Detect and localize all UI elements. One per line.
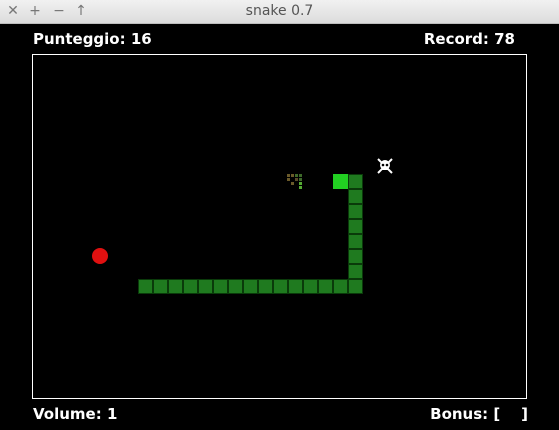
score-label: Punteggio: 16 <box>33 30 152 48</box>
skull-crossbones-icon <box>377 158 393 174</box>
snake-segment <box>348 204 363 219</box>
window-titlebar: ✕ + − ↑ snake 0.7 <box>0 0 559 24</box>
snake-segment <box>273 279 288 294</box>
snake-segment <box>198 279 213 294</box>
record-label: Record: 78 <box>423 30 515 48</box>
snake-segment <box>228 279 243 294</box>
food-apple <box>92 248 108 264</box>
snake-segment <box>348 279 363 294</box>
snake-segment <box>153 279 168 294</box>
snake-segment <box>333 279 348 294</box>
snake-segment <box>348 234 363 249</box>
snake-segment <box>348 264 363 279</box>
snake-segment <box>183 279 198 294</box>
volume-label: Volume: 1 <box>33 405 118 423</box>
snake-segment <box>348 249 363 264</box>
bonus-pickup-icon <box>287 174 302 189</box>
snake-segment <box>348 174 363 189</box>
snake-segment <box>138 279 153 294</box>
snake-segment <box>213 279 228 294</box>
window-title: snake 0.7 <box>245 3 314 19</box>
snake-segment <box>303 279 318 294</box>
game-area[interactable]: Punteggio: 16 Record: 78 Volume: 1 Bonus… <box>0 24 559 430</box>
snake-segment <box>348 189 363 204</box>
snake-head <box>333 174 348 189</box>
snake-segment <box>288 279 303 294</box>
snake-segment <box>348 219 363 234</box>
playfield[interactable] <box>32 54 527 399</box>
snake-segment <box>168 279 183 294</box>
snake-segment <box>318 279 333 294</box>
snake-segment <box>243 279 258 294</box>
snake-segment <box>258 279 273 294</box>
bonus-label: Bonus: [ ] <box>430 405 528 423</box>
